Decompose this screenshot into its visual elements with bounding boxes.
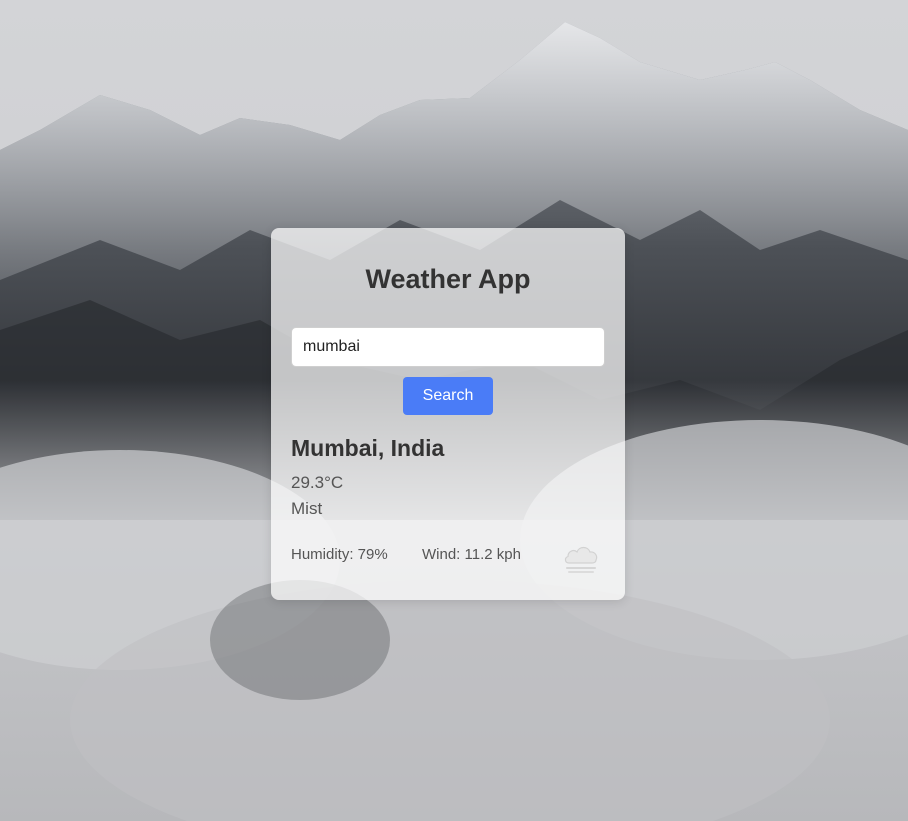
temperature-value: 29.3°C	[291, 473, 344, 492]
search-button[interactable]: Search	[403, 377, 493, 415]
city-search-input[interactable]	[291, 327, 605, 367]
location-name: Mumbai, India	[291, 435, 445, 461]
weather-card: Weather App Search Mumbai, India 29.3°C …	[271, 228, 625, 600]
app-title: Weather App	[365, 264, 531, 294]
humidity-value: Humidity: 79%	[291, 546, 388, 563]
mist-cloud-icon	[561, 539, 601, 579]
weather-condition: Mist	[291, 499, 323, 518]
wind-speed-value: Wind: 11.2 kph	[422, 546, 521, 563]
